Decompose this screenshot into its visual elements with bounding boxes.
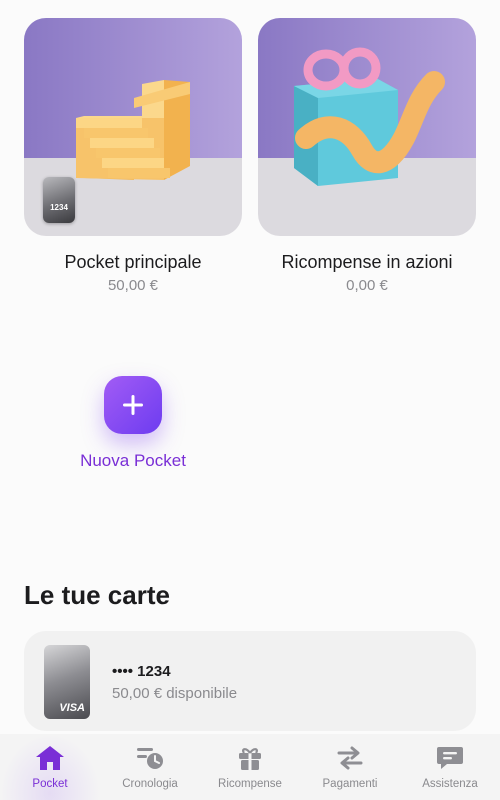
tab-label: Pagamenti (322, 778, 378, 790)
pocket-illustration-stairs: 1234 (24, 18, 242, 236)
pocket-card-ricompense[interactable]: Ricompense in azioni 0,00 € (258, 18, 476, 294)
chat-icon (435, 744, 465, 772)
tab-pagamenti[interactable]: Pagamenti (300, 734, 400, 800)
tab-cronologia[interactable]: Cronologia (100, 734, 200, 800)
tab-pocket[interactable]: Pocket (0, 734, 100, 800)
gift-icon (235, 744, 265, 772)
pocket-amount: 50,00 € (107, 277, 159, 294)
tab-assistenza[interactable]: Assistenza (400, 734, 500, 800)
bottom-tab-bar: Pocket Cronologia Ricompense Pagamenti A… (0, 734, 500, 800)
visa-card-thumbnail: VISA (44, 645, 90, 719)
tab-label: Ricompense (218, 778, 282, 790)
linked-card-thumbnail: 1234 (43, 177, 75, 223)
visa-logo: VISA (59, 702, 85, 714)
linked-card-last4: 1234 (50, 203, 68, 212)
pocket-name: Pocket principale (64, 252, 202, 272)
tab-label: Pocket (32, 778, 68, 790)
card-available-balance: 50,00 € disponibile (112, 685, 238, 702)
pocket-name: Ricompense in azioni (281, 252, 453, 272)
home-icon (35, 744, 65, 772)
pocket-illustration-gift (258, 18, 476, 236)
pocket-amount: 0,00 € (346, 277, 388, 294)
cards-section-title: Le tue carte (24, 580, 170, 610)
pocket-card-principale[interactable]: 1234 Pocket principale 50,00 € (24, 18, 242, 294)
new-pocket-label: Nuova Pocket (80, 451, 186, 470)
new-pocket-button[interactable]: Nuova Pocket (62, 376, 204, 471)
card-list-item[interactable]: VISA •••• 1234 50,00 € disponibile (24, 631, 476, 731)
tab-ricompense[interactable]: Ricompense (200, 734, 300, 800)
plus-icon[interactable] (104, 376, 162, 434)
card-number: •••• 1234 (112, 663, 171, 680)
history-icon (135, 744, 165, 772)
transfer-arrows-icon (335, 744, 365, 772)
tab-label: Assistenza (422, 778, 478, 790)
tab-label: Cronologia (122, 778, 178, 790)
gift-illustration (258, 18, 476, 236)
